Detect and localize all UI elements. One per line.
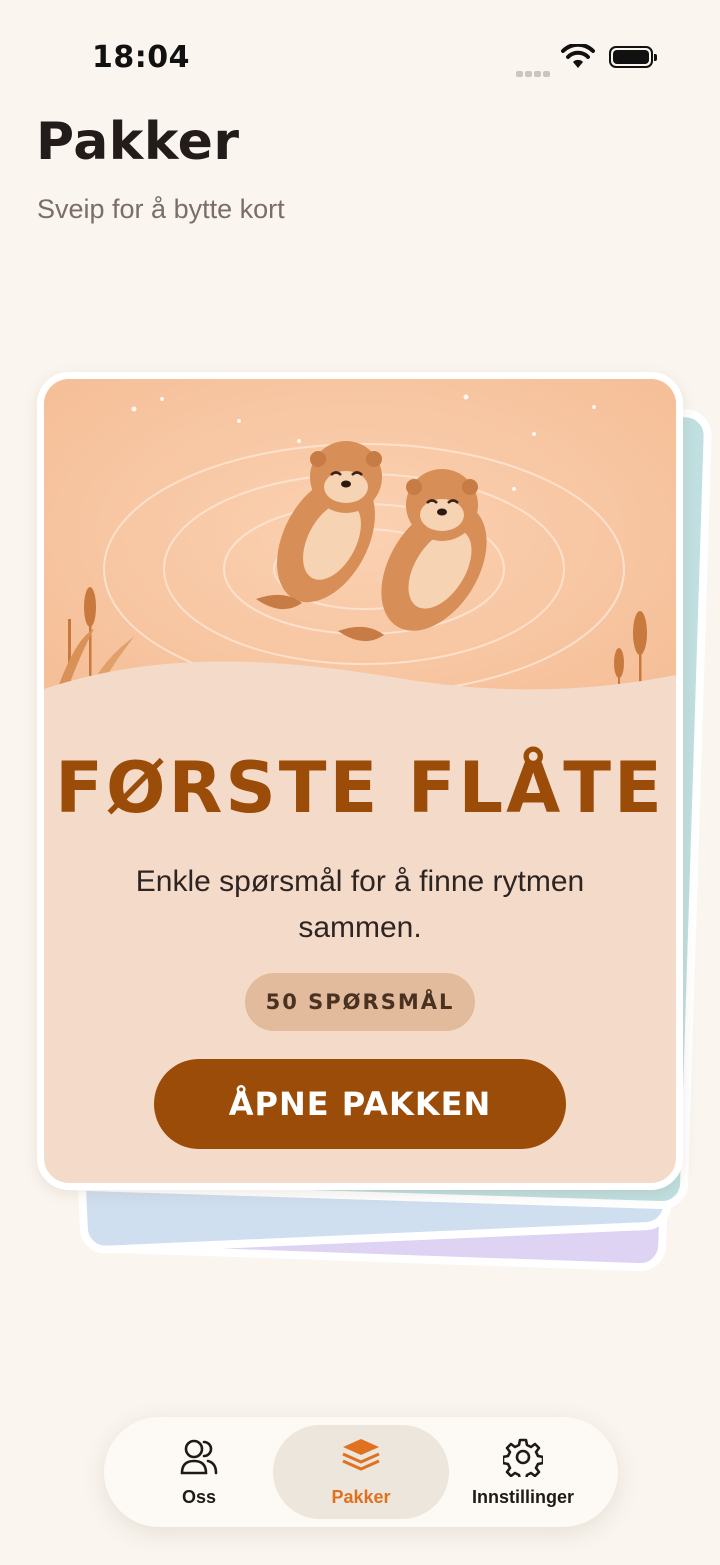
tab-innstillinger[interactable]: Innstillinger <box>458 1425 588 1519</box>
tab-innstillinger-label: Innstillinger <box>471 1487 574 1507</box>
pack-description: Enkle spørsmål for å finne rytmen sammen… <box>135 865 585 944</box>
pack-title: FØRSTE FLÅTE <box>55 747 665 829</box>
gear-icon <box>501 1437 545 1482</box>
tab-pakker-label: Pakker <box>331 1487 391 1507</box>
wifi-icon <box>561 42 595 74</box>
stack-icon <box>339 1437 383 1481</box>
tab-oss[interactable]: Oss <box>134 1425 264 1519</box>
open-pack-button[interactable]: ÅPNE PAKKEN <box>154 1059 566 1149</box>
page-subtitle: Sveip for å bytte kort <box>37 194 285 224</box>
tab-pakker[interactable]: Pakker <box>273 1425 449 1519</box>
tab-oss-label: Oss <box>181 1487 217 1507</box>
people-icon <box>178 1437 220 1481</box>
page-title: Pakker <box>36 112 240 172</box>
status-bar: 18:04 <box>0 0 720 110</box>
two-otters-floating-icon <box>44 379 676 719</box>
tab-bar: Oss Pakker Innstillinger <box>104 1417 618 1527</box>
cellular-signal-icon <box>516 62 552 81</box>
battery-icon <box>609 46 657 68</box>
question-count-badge: 50 SPØRSMÅL <box>245 973 475 1031</box>
pack-card[interactable]: FØRSTE FLÅTE Enkle spørsmål for å finne … <box>37 372 683 1190</box>
status-time: 18:04 <box>92 40 190 75</box>
